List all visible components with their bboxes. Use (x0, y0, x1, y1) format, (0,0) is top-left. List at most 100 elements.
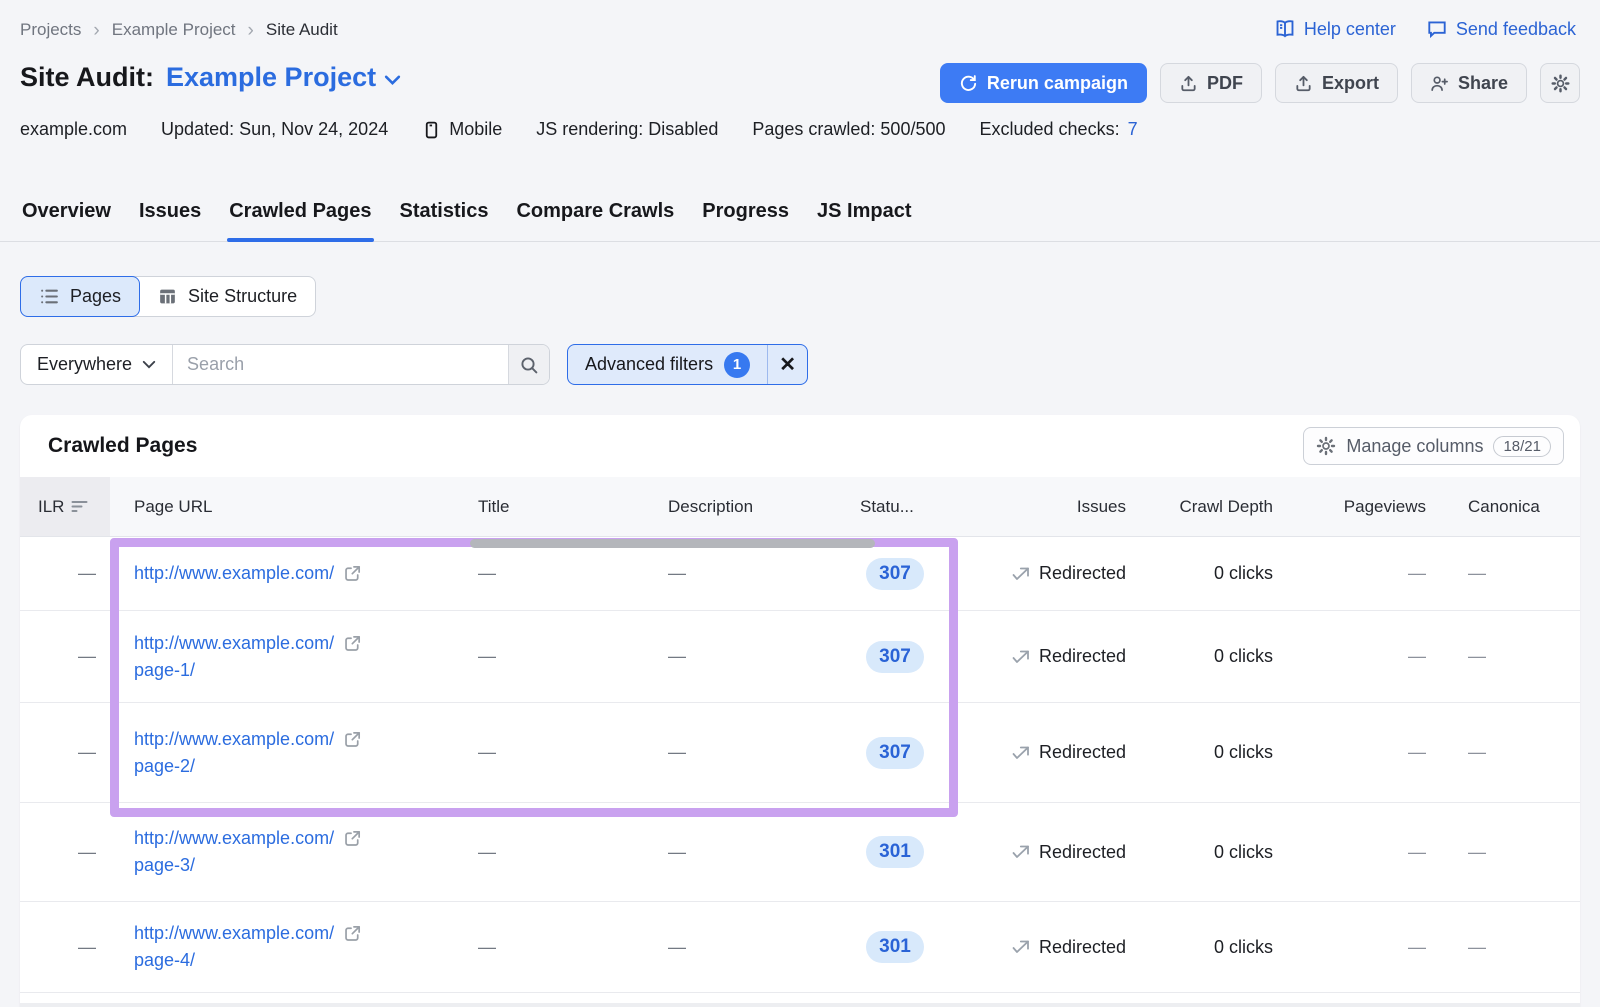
search-input[interactable] (173, 345, 508, 384)
title-cell: — (460, 803, 650, 901)
toggle-site-structure[interactable]: Site Structure (139, 277, 315, 316)
tab-compare-crawls[interactable]: Compare Crawls (514, 198, 676, 241)
rerun-campaign-button[interactable]: Rerun campaign (940, 63, 1147, 103)
advanced-filters-button[interactable]: Advanced filters 1 (568, 345, 767, 384)
page-url-link[interactable]: page-2/ (134, 753, 195, 780)
chevron-right-icon: › (93, 21, 99, 40)
column-header-status[interactable]: Statu... (840, 477, 960, 536)
status-code-badge: 301 (866, 931, 924, 963)
column-header-canonical[interactable]: Canonica (1430, 477, 1580, 536)
ilr-cell: — (20, 803, 110, 901)
canonical-cell: — (1430, 611, 1580, 702)
project-selector[interactable]: Example Project (166, 62, 401, 93)
pageviews-cell: — (1275, 803, 1430, 901)
external-link-icon[interactable] (343, 924, 362, 943)
person-plus-icon (1430, 74, 1449, 93)
page-url-link[interactable]: http://www.example.com/ (134, 920, 334, 947)
search-button[interactable] (508, 345, 549, 384)
breadcrumb-projects[interactable]: Projects (20, 20, 81, 40)
excluded-checks-count[interactable]: 7 (1128, 119, 1138, 140)
pages-crawled: Pages crawled: 500/500 (752, 119, 945, 140)
external-link-icon[interactable] (343, 730, 362, 749)
description-cell: — (650, 611, 840, 702)
crawl-depth-cell: 0 clicks (1130, 611, 1275, 702)
page-url-link[interactable]: http://www.example.com/ (134, 560, 334, 587)
issues-cell: Redirected (960, 902, 1130, 992)
status-code-badge: 307 (866, 737, 924, 769)
page-url-cell: http://www.example.com/ page-1/ (110, 611, 460, 702)
tab-overview[interactable]: Overview (20, 198, 113, 241)
canonical-cell: — (1430, 537, 1580, 610)
canonical-cell: — (1430, 902, 1580, 992)
upload-icon (1294, 74, 1313, 93)
pdf-button[interactable]: PDF (1160, 63, 1262, 103)
column-header-crawl-depth[interactable]: Crawl Depth (1130, 477, 1275, 536)
campaign-meta: example.com Updated: Sun, Nov 24, 2024 M… (20, 119, 1138, 140)
search-scope-select[interactable]: Everywhere (21, 345, 173, 384)
column-header-pageviews[interactable]: Pageviews (1275, 477, 1430, 536)
breadcrumb-example-project[interactable]: Example Project (112, 20, 236, 40)
column-header-ilr[interactable]: ILR (20, 477, 110, 536)
list-icon (39, 286, 60, 307)
page-url-link[interactable]: http://www.example.com/ (134, 825, 334, 852)
external-link-icon[interactable] (343, 829, 362, 848)
export-button[interactable]: Export (1275, 63, 1398, 103)
view-toggle: Pages Site Structure (20, 276, 316, 317)
close-icon: ✕ (779, 352, 796, 377)
tab-progress[interactable]: Progress (700, 198, 791, 241)
filter-row: Everywhere Advanced filters 1 ✕ (20, 344, 808, 385)
column-header-title[interactable]: Title (460, 477, 650, 536)
column-header-issues[interactable]: Issues (960, 477, 1130, 536)
toggle-pages[interactable]: Pages (20, 276, 140, 317)
manage-columns-button[interactable]: Manage columns 18/21 (1303, 427, 1564, 465)
mobile-phone-icon (422, 120, 441, 140)
title-cell: — (460, 611, 650, 702)
search-icon (519, 355, 539, 375)
ilr-cell: — (20, 611, 110, 702)
pageviews-cell: — (1275, 703, 1430, 802)
partial-next-row (20, 993, 1580, 1007)
page-title-row: Site Audit: Example Project (20, 62, 401, 93)
ilr-cell: — (20, 703, 110, 802)
settings-button[interactable] (1540, 63, 1580, 103)
search-compound: Everywhere (20, 344, 550, 385)
description-cell: — (650, 902, 840, 992)
chevron-down-icon (142, 360, 156, 369)
column-header-page-url[interactable]: Page URL (110, 477, 460, 536)
js-rendering: JS rendering: Disabled (536, 119, 718, 140)
table-row: — http://www.example.com/ — — 307 (20, 537, 1580, 611)
clear-filters-button[interactable]: ✕ (767, 345, 807, 384)
status-cell: 307 (840, 703, 960, 802)
tab-crawled-pages[interactable]: Crawled Pages (227, 198, 373, 241)
tab-statistics[interactable]: Statistics (398, 198, 491, 241)
table-row: — http://www.example.com/ page-2/ — — 30… (20, 703, 1580, 803)
page-url-link[interactable]: page-3/ (134, 852, 195, 879)
redirect-arrow-icon (1011, 743, 1031, 763)
help-center-link[interactable]: Help center (1274, 18, 1396, 40)
page-url-link[interactable]: http://www.example.com/ (134, 630, 334, 657)
horizontal-scrollbar-thumb[interactable] (470, 539, 875, 548)
pageviews-cell: — (1275, 537, 1430, 610)
table-header-row: ILR Page URL Title Description Statu... … (20, 477, 1580, 537)
page-url-link[interactable]: page-4/ (134, 947, 195, 974)
top-links: Help center Send feedback (1274, 18, 1576, 40)
page-url-cell: http://www.example.com/ (110, 537, 460, 610)
external-link-icon[interactable] (343, 564, 362, 583)
tab-issues[interactable]: Issues (137, 198, 203, 241)
updated-date: Updated: Sun, Nov 24, 2024 (161, 119, 388, 140)
page-url-link[interactable]: page-1/ (134, 657, 195, 684)
external-link-icon[interactable] (343, 634, 362, 653)
tab-bar: Overview Issues Crawled Pages Statistics… (0, 198, 1600, 242)
pageviews-cell: — (1275, 902, 1430, 992)
description-cell: — (650, 703, 840, 802)
send-feedback-link[interactable]: Send feedback (1426, 18, 1576, 40)
share-button[interactable]: Share (1411, 63, 1527, 103)
page-url-cell: http://www.example.com/ page-2/ (110, 703, 460, 802)
status-code-badge: 307 (866, 641, 924, 673)
page-url-link[interactable]: http://www.example.com/ (134, 726, 334, 753)
tab-js-impact[interactable]: JS Impact (815, 198, 913, 241)
breadcrumb: Projects › Example Project › Site Audit (20, 20, 338, 40)
ilr-cell: — (20, 537, 110, 610)
column-header-description[interactable]: Description (650, 477, 840, 536)
crawl-depth-cell: 0 clicks (1130, 902, 1275, 992)
